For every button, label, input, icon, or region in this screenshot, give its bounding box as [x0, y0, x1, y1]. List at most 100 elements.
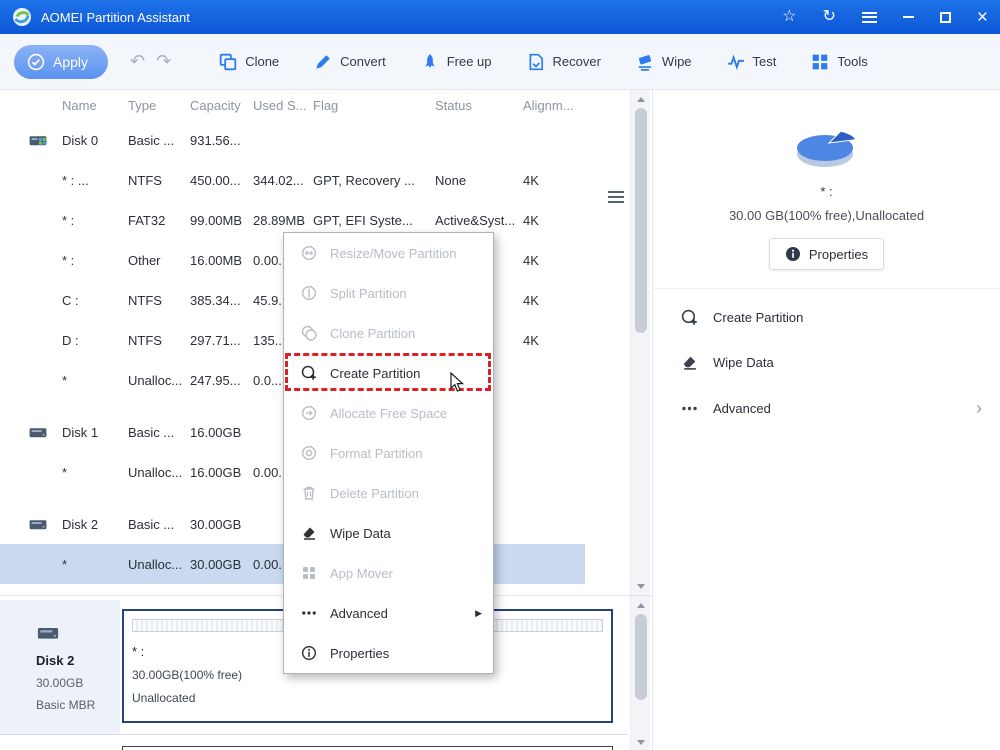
menu-item-wipe-data[interactable]: Wipe Data — [284, 513, 493, 553]
favorite-star-icon[interactable]: ☆ — [782, 9, 796, 25]
menu-item-label: Advanced — [330, 605, 388, 621]
panel-action-create-partition[interactable]: Create Partition — [653, 295, 1000, 340]
row-icon-slot — [28, 213, 48, 228]
disk-pie-chart — [796, 130, 857, 167]
column-header-name[interactable]: Name — [62, 98, 128, 113]
toolbar-button-label: Clone — [245, 54, 280, 69]
toolbar-button-recover[interactable]: Recover — [527, 53, 601, 71]
panel-action-label: Wipe Data — [713, 355, 774, 370]
scrollbar-thumb[interactable] — [635, 108, 647, 333]
row-icon-slot — [28, 557, 48, 572]
cell-align: 4K — [523, 252, 539, 268]
partition-status: Unallocated — [132, 691, 196, 705]
mouse-cursor — [450, 371, 465, 396]
cell-name: * : — [62, 212, 75, 228]
menu-item-label: Format Partition — [330, 445, 423, 461]
menu-item-app-mover: App Mover — [284, 553, 493, 593]
scroll-up-arrow[interactable] — [631, 597, 650, 613]
disk-strip-info: Disk 2 30.00GB Basic MBR — [0, 600, 120, 734]
hamburger-menu-icon[interactable] — [861, 11, 877, 23]
column-header-flag[interactable]: Flag — [313, 98, 435, 113]
cell-type: Other — [128, 252, 161, 268]
undo-icon[interactable]: ↶ — [130, 51, 145, 72]
cell-capacity: 385.34... — [190, 292, 241, 308]
recover-icon — [527, 53, 545, 71]
apply-button-label: Apply — [53, 53, 89, 70]
toolbar-button-wipe[interactable]: Wipe — [636, 53, 692, 71]
menu-item-allocate-free-space: Allocate Free Space — [284, 393, 493, 433]
overview-scrollbar[interactable] — [630, 596, 650, 750]
create-icon — [681, 309, 698, 326]
table-scrollbar[interactable] — [630, 90, 650, 595]
wipe-icon — [636, 53, 654, 71]
scroll-down-arrow[interactable] — [631, 734, 650, 750]
scroll-down-arrow[interactable] — [631, 578, 650, 594]
toolbar-button-tools[interactable]: Tools — [811, 53, 868, 71]
toolbar-button-convert[interactable]: Convert — [314, 53, 386, 71]
allocate-icon — [301, 405, 317, 421]
clonep-icon — [301, 325, 317, 341]
column-header-status[interactable]: Status — [435, 98, 523, 113]
menu-item-label: Create Partition — [330, 365, 421, 381]
cell-capacity: 30.00GB — [190, 556, 242, 572]
column-settings-icon[interactable] — [608, 191, 624, 203]
column-header-used-s[interactable]: Used S... — [253, 98, 313, 113]
test-icon — [727, 53, 745, 71]
properties-button[interactable]: Properties — [768, 238, 885, 270]
split-icon — [301, 285, 317, 301]
disk-name: Disk 2 — [36, 653, 75, 668]
cell-type: NTFS — [128, 332, 162, 348]
row-icon-slot — [28, 465, 48, 480]
close-button[interactable]: × — [977, 8, 988, 27]
scrollbar-thumb[interactable] — [635, 614, 647, 700]
menu-item-advanced[interactable]: Advanced ▶ — [284, 593, 493, 633]
cell-name: Disk 1 — [62, 424, 99, 440]
table-row-disk-0[interactable]: Disk 0 Basic ... 931.56... — [0, 120, 652, 160]
maximize-button[interactable] — [939, 11, 951, 23]
menu-item-label: Wipe Data — [330, 525, 391, 541]
submenu-arrow-icon: ▶ — [475, 607, 482, 618]
disk-type: Basic MBR — [36, 698, 96, 712]
selected-partition-info: 30.00 GB(100% free),Unallocated — [728, 208, 925, 223]
cell-flag: GPT, EFI Syste... — [313, 212, 413, 228]
cell-status: Active&Syst... — [435, 212, 516, 228]
apply-button[interactable]: Apply — [14, 44, 108, 79]
column-header-capacity[interactable]: Capacity — [190, 98, 253, 113]
table-header: Name Type Capacity Used S... Flag Status Align… — [0, 90, 652, 120]
cell-capacity: 16.00MB — [190, 252, 243, 268]
toolbar-buttons: Clone Convert Free up Recover Wipe Test Tools — [219, 53, 868, 71]
table-row-[interactable]: * : ... NTFS 450.00... 344.02... GPT, Recove… — [0, 160, 652, 200]
panel-action-advanced[interactable]: Advanced › — [653, 385, 1000, 431]
menu-item-label: Allocate Free Space — [330, 405, 448, 421]
column-header-type[interactable]: Type — [128, 98, 190, 113]
menu-item-clone-partition: Clone Partition — [284, 313, 493, 353]
tools-icon — [811, 53, 829, 71]
menu-item-format-partition: Format Partition — [284, 433, 493, 473]
window-title: AOMEI Partition Assistant — [41, 9, 190, 25]
toolbar-button-test[interactable]: Test — [727, 53, 776, 71]
context-menu: Resize/Move Partition Split Partition Clon… — [283, 232, 494, 674]
resize-icon — [301, 245, 317, 261]
panel-action-wipe-data[interactable]: Wipe Data — [653, 340, 1000, 385]
row-icon-slot — [28, 253, 48, 268]
toolbar-button-label: Tools — [837, 54, 868, 69]
cell-name: Disk 2 — [62, 516, 99, 532]
cell-type: Unalloc... — [128, 372, 183, 388]
cell-name: * — [62, 556, 68, 572]
selected-partition-label: * : — [820, 184, 833, 199]
scroll-up-arrow[interactable] — [631, 91, 650, 107]
column-header-alignm[interactable]: Alignm... — [523, 98, 577, 113]
toolbar-button-clone[interactable]: Clone — [219, 53, 279, 71]
refresh-icon[interactable]: ↻ — [822, 9, 835, 25]
menu-item-label: Clone Partition — [330, 325, 416, 341]
cell-type: Unalloc... — [128, 556, 183, 572]
menu-item-properties[interactable]: Properties — [284, 633, 493, 673]
minimize-button[interactable] — [902, 16, 914, 18]
toolbar-button-label: Convert — [340, 54, 386, 69]
redo-icon[interactable]: ↷ — [156, 51, 171, 72]
cell-flag: GPT, Recovery ... — [313, 172, 415, 188]
cell-used: 344.02... — [253, 172, 304, 188]
row-icon-slot — [28, 293, 48, 308]
convert-icon — [314, 53, 332, 71]
toolbar-button-free-up[interactable]: Free up — [421, 53, 492, 71]
